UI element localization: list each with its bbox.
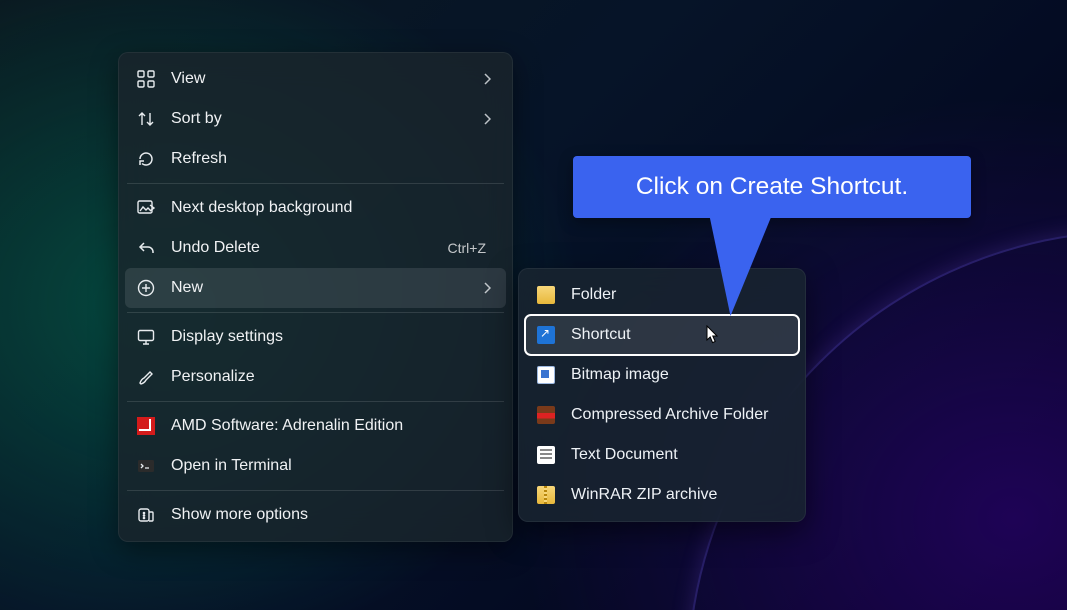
grid-icon (135, 68, 157, 90)
menu-item-label: Sort by (171, 110, 480, 128)
menu-item-display-settings[interactable]: Display settings (125, 317, 506, 357)
refresh-icon (135, 148, 157, 170)
menu-item-view[interactable]: View (125, 59, 506, 99)
submenu-item-label: Bitmap image (571, 366, 669, 384)
shortcut-icon (535, 324, 557, 346)
more-options-icon (135, 504, 157, 526)
menu-item-refresh[interactable]: Refresh (125, 139, 506, 179)
menu-separator (127, 183, 504, 184)
image-next-icon (135, 197, 157, 219)
menu-item-label: Refresh (171, 150, 494, 168)
submenu-item-label: Folder (571, 286, 616, 304)
menu-item-label: Show more options (171, 506, 494, 524)
submenu-item-text-document[interactable]: Text Document (525, 435, 799, 475)
zip-icon (535, 484, 557, 506)
plus-circle-icon (135, 277, 157, 299)
menu-item-amd-software[interactable]: AMD Software: Adrenalin Edition (125, 406, 506, 446)
sort-icon (135, 108, 157, 130)
submenu-item-compressed-archive[interactable]: Compressed Archive Folder (525, 395, 799, 435)
menu-item-personalize[interactable]: Personalize (125, 357, 506, 397)
menu-separator (127, 401, 504, 402)
callout-text: Click on Create Shortcut. (636, 173, 908, 201)
menu-item-label: AMD Software: Adrenalin Edition (171, 417, 494, 435)
bitmap-icon (535, 364, 557, 386)
menu-item-label: Undo Delete (171, 239, 448, 257)
undo-icon (135, 237, 157, 259)
menu-separator (127, 312, 504, 313)
menu-item-next-background[interactable]: Next desktop background (125, 188, 506, 228)
archive-icon (535, 404, 557, 426)
menu-item-sort[interactable]: Sort by (125, 99, 506, 139)
submenu-item-label: Shortcut (571, 326, 631, 344)
menu-item-undo-delete[interactable]: Undo Delete Ctrl+Z (125, 228, 506, 268)
chevron-right-icon (480, 282, 494, 294)
menu-item-label: Personalize (171, 368, 494, 386)
display-icon (135, 326, 157, 348)
amd-icon (135, 415, 157, 437)
menu-item-label: New (171, 279, 480, 297)
submenu-item-bitmap[interactable]: Bitmap image (525, 355, 799, 395)
desktop-context-menu: View Sort by Refresh Next desk (118, 52, 513, 542)
menu-separator (127, 490, 504, 491)
menu-item-label: Display settings (171, 328, 494, 346)
chevron-right-icon (480, 73, 494, 85)
menu-item-label: Open in Terminal (171, 457, 494, 475)
submenu-item-label: WinRAR ZIP archive (571, 486, 717, 504)
instruction-callout: Click on Create Shortcut. (573, 156, 971, 218)
folder-icon (535, 284, 557, 306)
text-file-icon (535, 444, 557, 466)
chevron-right-icon (480, 113, 494, 125)
submenu-item-zip-archive[interactable]: WinRAR ZIP archive (525, 475, 799, 515)
menu-item-open-terminal[interactable]: Open in Terminal (125, 446, 506, 486)
menu-item-label: Next desktop background (171, 199, 494, 217)
menu-item-new[interactable]: New (125, 268, 506, 308)
brush-icon (135, 366, 157, 388)
menu-item-show-more[interactable]: Show more options (125, 495, 506, 535)
submenu-item-label: Text Document (571, 446, 678, 464)
submenu-item-shortcut[interactable]: Shortcut (525, 315, 799, 355)
terminal-icon (135, 455, 157, 477)
menu-item-label: View (171, 70, 480, 88)
menu-item-shortcut: Ctrl+Z (448, 240, 487, 256)
submenu-item-label: Compressed Archive Folder (571, 406, 768, 424)
